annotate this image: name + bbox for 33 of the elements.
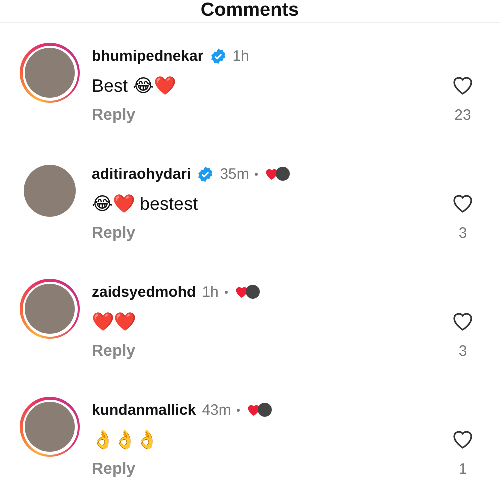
avatar-placeholder: [25, 402, 75, 452]
reply-link[interactable]: Reply: [92, 343, 136, 361]
comment-time: 43m: [202, 402, 232, 418]
username[interactable]: zaidsyedmohd: [92, 284, 196, 300]
like-count: 1: [458, 461, 468, 478]
reply-link[interactable]: Reply: [92, 225, 136, 243]
comment-time: 35m: [220, 166, 250, 182]
comment-text: 😂❤ bestest: [92, 193, 200, 215]
comment-text: ❤❤: [92, 311, 137, 333]
separator-dot: [237, 408, 240, 412]
separator-dot: [255, 172, 258, 176]
avatar-placeholder: [25, 284, 75, 334]
reply-link[interactable]: Reply: [92, 461, 136, 479]
comment-text: 👌👌👌: [92, 429, 159, 451]
author-avatar-icon: [246, 285, 260, 299]
separator-dot: [224, 290, 228, 294]
reply-link[interactable]: Reply: [92, 107, 136, 125]
comment-time: 1h: [202, 284, 219, 300]
page-title: Comments: [200, 0, 300, 22]
like-count: 3: [458, 225, 468, 242]
username[interactable]: bhumipednekar: [92, 48, 204, 64]
username[interactable]: aditiraohydari: [92, 166, 192, 182]
author-avatar-icon: [276, 167, 290, 181]
comment-text: Best 😂❤: [92, 75, 178, 97]
avatar-placeholder: [24, 165, 76, 217]
username[interactable]: kundanmallick: [92, 402, 196, 418]
like-count: 3: [458, 343, 468, 360]
verified-badge-icon: [210, 48, 227, 64]
verified-badge-icon: [197, 166, 214, 182]
avatar-placeholder: [25, 48, 75, 98]
author-avatar-icon: [258, 403, 272, 417]
like-count: 23: [454, 107, 472, 124]
comment-time: 1h: [232, 48, 250, 64]
